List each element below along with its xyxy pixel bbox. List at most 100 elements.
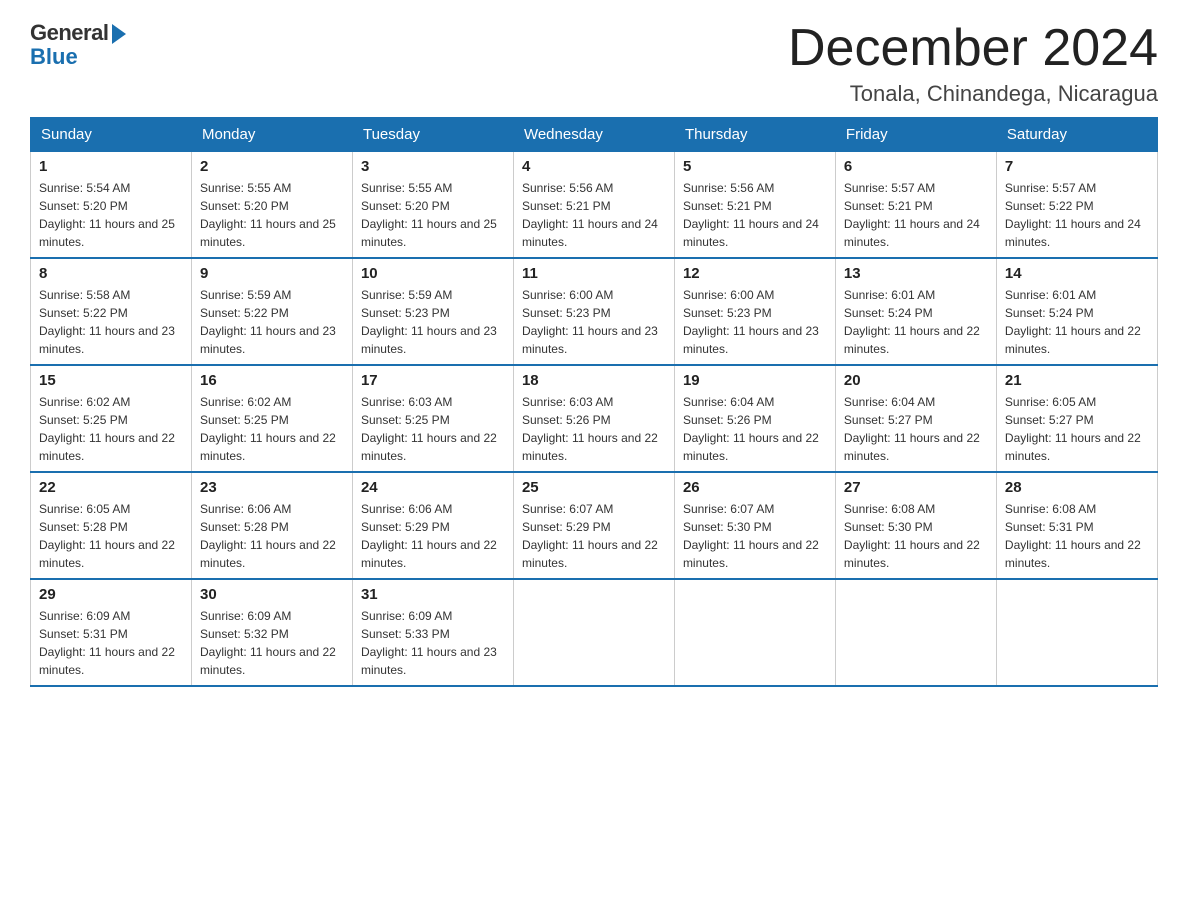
day-number: 27 [844, 479, 988, 496]
day-info: Sunrise: 6:00 AMSunset: 5:23 PMDaylight:… [683, 286, 827, 358]
calendar-day-cell: 5 Sunrise: 5:56 AMSunset: 5:21 PMDayligh… [674, 152, 835, 259]
calendar-day-cell: 8 Sunrise: 5:58 AMSunset: 5:22 PMDayligh… [31, 258, 192, 365]
logo: General Blue [30, 20, 126, 70]
day-info: Sunrise: 6:08 AMSunset: 5:30 PMDaylight:… [844, 500, 988, 572]
calendar-day-cell [996, 579, 1157, 686]
day-info: Sunrise: 6:01 AMSunset: 5:24 PMDaylight:… [844, 286, 988, 358]
day-number: 24 [361, 479, 505, 496]
calendar-day-cell: 16 Sunrise: 6:02 AMSunset: 5:25 PMDaylig… [191, 365, 352, 472]
day-number: 7 [1005, 158, 1149, 175]
day-info: Sunrise: 6:06 AMSunset: 5:28 PMDaylight:… [200, 500, 344, 572]
calendar-header-row: Sunday Monday Tuesday Wednesday Thursday… [31, 118, 1158, 152]
day-info: Sunrise: 5:58 AMSunset: 5:22 PMDaylight:… [39, 286, 183, 358]
col-thursday: Thursday [674, 118, 835, 152]
day-number: 14 [1005, 265, 1149, 282]
day-info: Sunrise: 5:55 AMSunset: 5:20 PMDaylight:… [361, 179, 505, 251]
col-saturday: Saturday [996, 118, 1157, 152]
day-info: Sunrise: 6:03 AMSunset: 5:25 PMDaylight:… [361, 393, 505, 465]
day-number: 10 [361, 265, 505, 282]
day-info: Sunrise: 5:59 AMSunset: 5:23 PMDaylight:… [361, 286, 505, 358]
calendar-day-cell: 18 Sunrise: 6:03 AMSunset: 5:26 PMDaylig… [513, 365, 674, 472]
calendar-day-cell: 22 Sunrise: 6:05 AMSunset: 5:28 PMDaylig… [31, 472, 192, 579]
day-info: Sunrise: 6:03 AMSunset: 5:26 PMDaylight:… [522, 393, 666, 465]
calendar-day-cell: 24 Sunrise: 6:06 AMSunset: 5:29 PMDaylig… [352, 472, 513, 579]
day-number: 18 [522, 372, 666, 389]
day-number: 1 [39, 158, 183, 175]
logo-blue-text: Blue [30, 44, 78, 70]
day-number: 29 [39, 586, 183, 603]
day-number: 8 [39, 265, 183, 282]
col-monday: Monday [191, 118, 352, 152]
col-sunday: Sunday [31, 118, 192, 152]
day-info: Sunrise: 6:05 AMSunset: 5:27 PMDaylight:… [1005, 393, 1149, 465]
day-info: Sunrise: 6:06 AMSunset: 5:29 PMDaylight:… [361, 500, 505, 572]
calendar-day-cell: 17 Sunrise: 6:03 AMSunset: 5:25 PMDaylig… [352, 365, 513, 472]
day-number: 5 [683, 158, 827, 175]
calendar-day-cell: 29 Sunrise: 6:09 AMSunset: 5:31 PMDaylig… [31, 579, 192, 686]
calendar-day-cell: 2 Sunrise: 5:55 AMSunset: 5:20 PMDayligh… [191, 152, 352, 259]
day-number: 26 [683, 479, 827, 496]
day-number: 20 [844, 372, 988, 389]
day-number: 15 [39, 372, 183, 389]
calendar-day-cell [835, 579, 996, 686]
calendar-day-cell: 12 Sunrise: 6:00 AMSunset: 5:23 PMDaylig… [674, 258, 835, 365]
calendar-week-row: 8 Sunrise: 5:58 AMSunset: 5:22 PMDayligh… [31, 258, 1158, 365]
day-info: Sunrise: 6:04 AMSunset: 5:26 PMDaylight:… [683, 393, 827, 465]
day-number: 9 [200, 265, 344, 282]
day-info: Sunrise: 5:55 AMSunset: 5:20 PMDaylight:… [200, 179, 344, 251]
day-number: 6 [844, 158, 988, 175]
day-number: 30 [200, 586, 344, 603]
day-info: Sunrise: 6:05 AMSunset: 5:28 PMDaylight:… [39, 500, 183, 572]
calendar-day-cell: 4 Sunrise: 5:56 AMSunset: 5:21 PMDayligh… [513, 152, 674, 259]
calendar-day-cell: 9 Sunrise: 5:59 AMSunset: 5:22 PMDayligh… [191, 258, 352, 365]
day-info: Sunrise: 6:07 AMSunset: 5:29 PMDaylight:… [522, 500, 666, 572]
day-info: Sunrise: 6:02 AMSunset: 5:25 PMDaylight:… [200, 393, 344, 465]
calendar-day-cell: 10 Sunrise: 5:59 AMSunset: 5:23 PMDaylig… [352, 258, 513, 365]
day-info: Sunrise: 5:59 AMSunset: 5:22 PMDaylight:… [200, 286, 344, 358]
page-header: General Blue December 2024 Tonala, China… [30, 20, 1158, 107]
day-number: 23 [200, 479, 344, 496]
day-info: Sunrise: 6:08 AMSunset: 5:31 PMDaylight:… [1005, 500, 1149, 572]
day-info: Sunrise: 6:02 AMSunset: 5:25 PMDaylight:… [39, 393, 183, 465]
calendar-day-cell: 1 Sunrise: 5:54 AMSunset: 5:20 PMDayligh… [31, 152, 192, 259]
day-number: 25 [522, 479, 666, 496]
calendar-day-cell: 11 Sunrise: 6:00 AMSunset: 5:23 PMDaylig… [513, 258, 674, 365]
calendar-week-row: 22 Sunrise: 6:05 AMSunset: 5:28 PMDaylig… [31, 472, 1158, 579]
calendar-day-cell [674, 579, 835, 686]
calendar-day-cell: 27 Sunrise: 6:08 AMSunset: 5:30 PMDaylig… [835, 472, 996, 579]
col-friday: Friday [835, 118, 996, 152]
day-info: Sunrise: 5:57 AMSunset: 5:22 PMDaylight:… [1005, 179, 1149, 251]
calendar-day-cell: 21 Sunrise: 6:05 AMSunset: 5:27 PMDaylig… [996, 365, 1157, 472]
calendar-day-cell: 6 Sunrise: 5:57 AMSunset: 5:21 PMDayligh… [835, 152, 996, 259]
logo-general-text: General [30, 20, 108, 46]
day-number: 12 [683, 265, 827, 282]
calendar-day-cell: 20 Sunrise: 6:04 AMSunset: 5:27 PMDaylig… [835, 365, 996, 472]
day-info: Sunrise: 6:01 AMSunset: 5:24 PMDaylight:… [1005, 286, 1149, 358]
calendar-day-cell: 3 Sunrise: 5:55 AMSunset: 5:20 PMDayligh… [352, 152, 513, 259]
title-block: December 2024 Tonala, Chinandega, Nicara… [788, 20, 1158, 107]
day-info: Sunrise: 6:09 AMSunset: 5:31 PMDaylight:… [39, 607, 183, 679]
calendar-week-row: 29 Sunrise: 6:09 AMSunset: 5:31 PMDaylig… [31, 579, 1158, 686]
calendar-day-cell: 26 Sunrise: 6:07 AMSunset: 5:30 PMDaylig… [674, 472, 835, 579]
calendar-day-cell: 31 Sunrise: 6:09 AMSunset: 5:33 PMDaylig… [352, 579, 513, 686]
calendar-week-row: 1 Sunrise: 5:54 AMSunset: 5:20 PMDayligh… [31, 152, 1158, 259]
day-info: Sunrise: 5:57 AMSunset: 5:21 PMDaylight:… [844, 179, 988, 251]
day-info: Sunrise: 6:04 AMSunset: 5:27 PMDaylight:… [844, 393, 988, 465]
day-number: 28 [1005, 479, 1149, 496]
col-tuesday: Tuesday [352, 118, 513, 152]
day-info: Sunrise: 6:09 AMSunset: 5:32 PMDaylight:… [200, 607, 344, 679]
col-wednesday: Wednesday [513, 118, 674, 152]
calendar-week-row: 15 Sunrise: 6:02 AMSunset: 5:25 PMDaylig… [31, 365, 1158, 472]
calendar-day-cell: 13 Sunrise: 6:01 AMSunset: 5:24 PMDaylig… [835, 258, 996, 365]
calendar-day-cell: 14 Sunrise: 6:01 AMSunset: 5:24 PMDaylig… [996, 258, 1157, 365]
day-number: 17 [361, 372, 505, 389]
calendar-day-cell: 15 Sunrise: 6:02 AMSunset: 5:25 PMDaylig… [31, 365, 192, 472]
calendar-table: Sunday Monday Tuesday Wednesday Thursday… [30, 117, 1158, 687]
calendar-day-cell: 23 Sunrise: 6:06 AMSunset: 5:28 PMDaylig… [191, 472, 352, 579]
day-number: 4 [522, 158, 666, 175]
day-info: Sunrise: 6:09 AMSunset: 5:33 PMDaylight:… [361, 607, 505, 679]
day-info: Sunrise: 5:56 AMSunset: 5:21 PMDaylight:… [683, 179, 827, 251]
logo-arrow-icon [112, 24, 126, 44]
day-number: 2 [200, 158, 344, 175]
calendar-day-cell: 30 Sunrise: 6:09 AMSunset: 5:32 PMDaylig… [191, 579, 352, 686]
